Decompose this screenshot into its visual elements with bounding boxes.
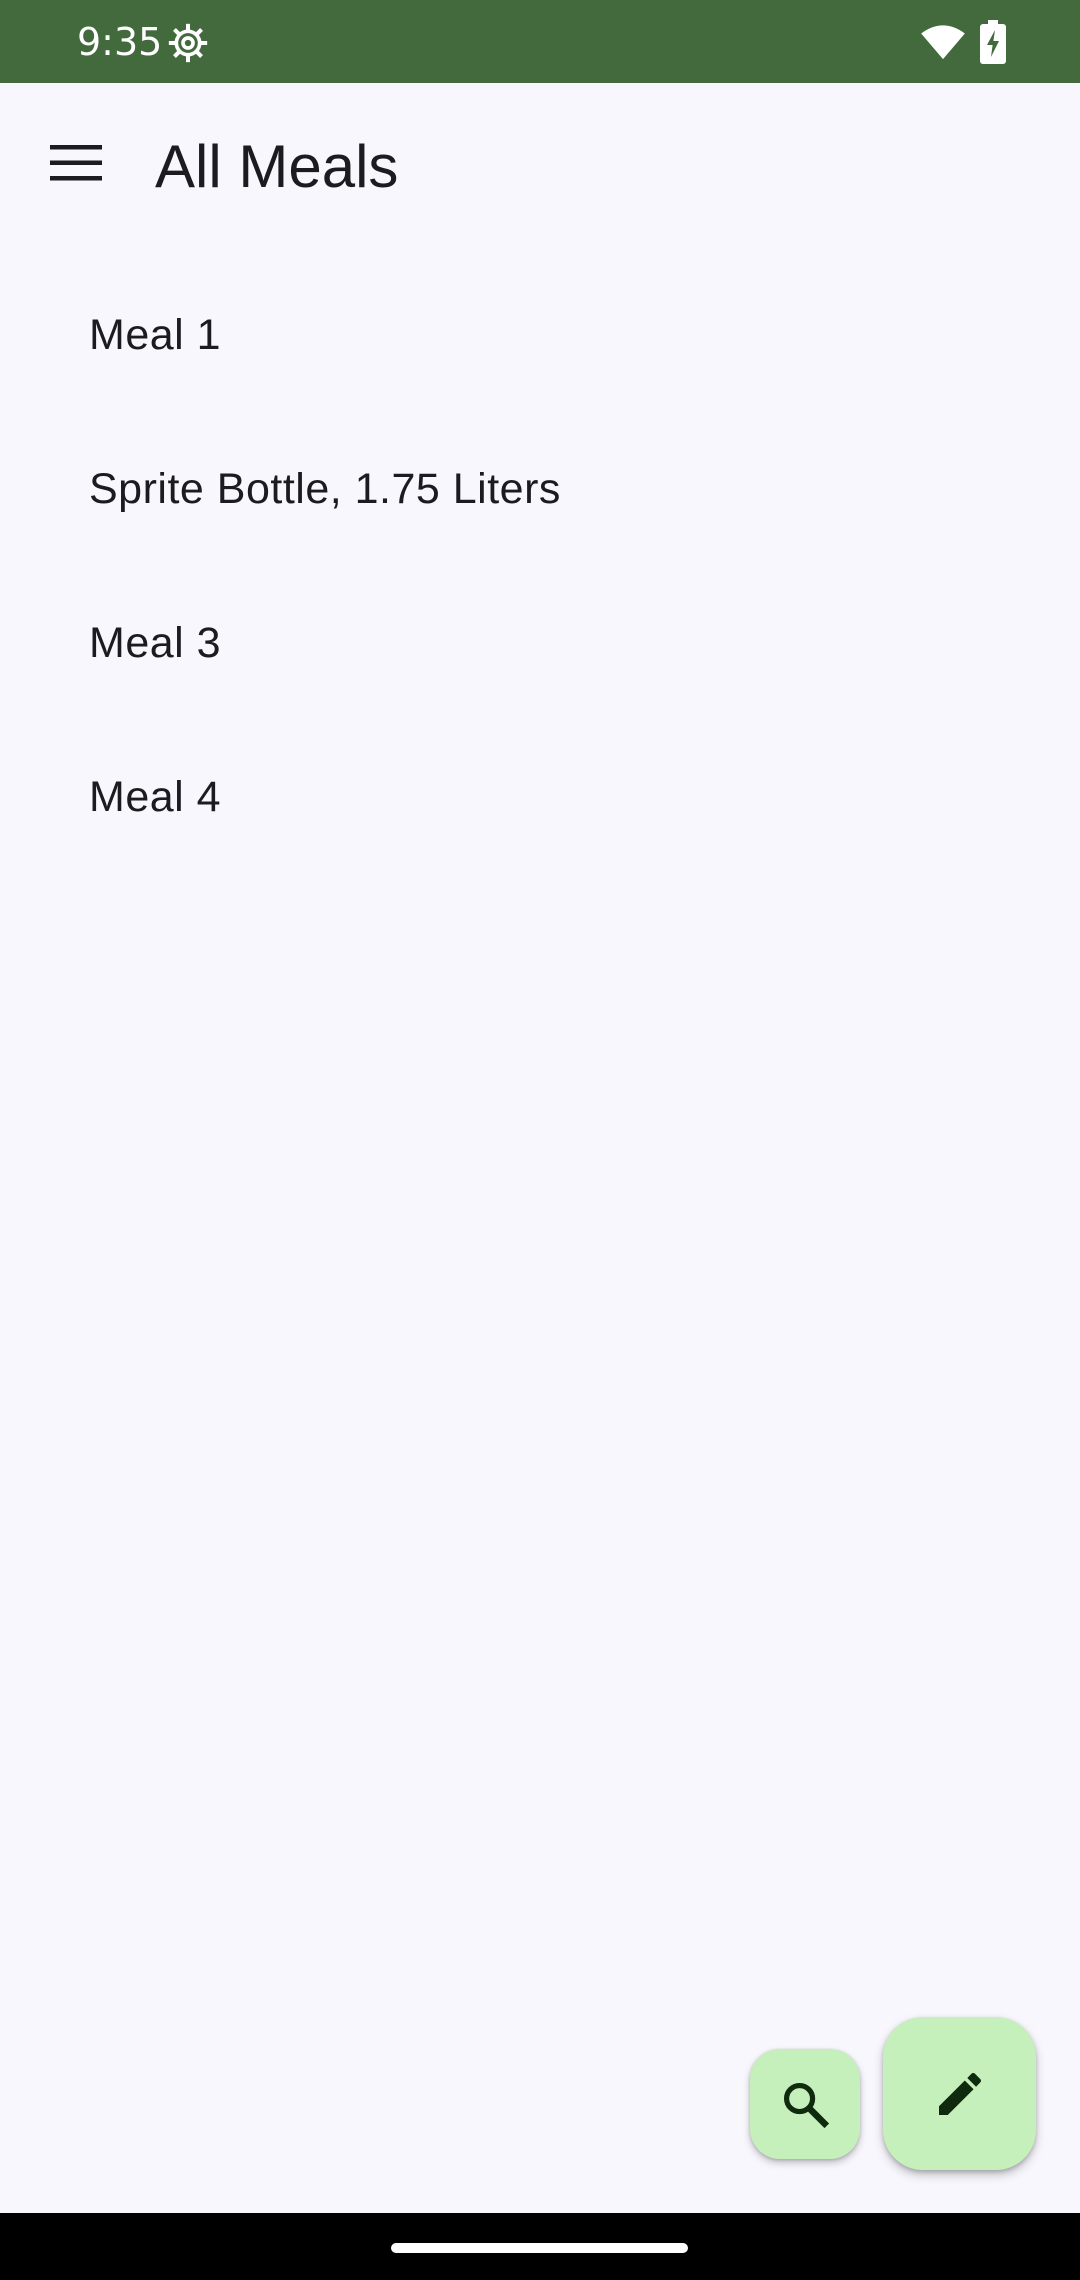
meal-list-item[interactable]: Meal 3: [0, 566, 1080, 720]
meal-list-item[interactable]: Meal 4: [0, 720, 1080, 874]
search-fab[interactable]: [750, 2049, 860, 2159]
meal-list: Meal 1 Sprite Bottle, 1.75 Liters Meal 3…: [0, 258, 1080, 874]
meal-list-item[interactable]: Meal 1: [0, 258, 1080, 412]
top-app-bar: All Meals: [0, 83, 1080, 257]
status-time: 9:35: [77, 20, 163, 64]
home-indicator[interactable]: [391, 2243, 688, 2253]
edit-fab[interactable]: [883, 2017, 1036, 2170]
search-icon: [783, 2082, 830, 2129]
hamburger-menu-icon: [50, 145, 102, 181]
settings-gear-icon: [168, 23, 208, 63]
menu-button[interactable]: [40, 127, 112, 199]
status-bar: 9:35: [0, 0, 1080, 83]
meal-list-item[interactable]: Sprite Bottle, 1.75 Liters: [0, 412, 1080, 566]
wifi-icon: [921, 25, 965, 60]
system-navigation-bar: [0, 2213, 1080, 2280]
battery-charging-icon: [980, 20, 1006, 64]
page-title: All Meals: [155, 133, 399, 200]
pencil-icon: [938, 2072, 981, 2115]
